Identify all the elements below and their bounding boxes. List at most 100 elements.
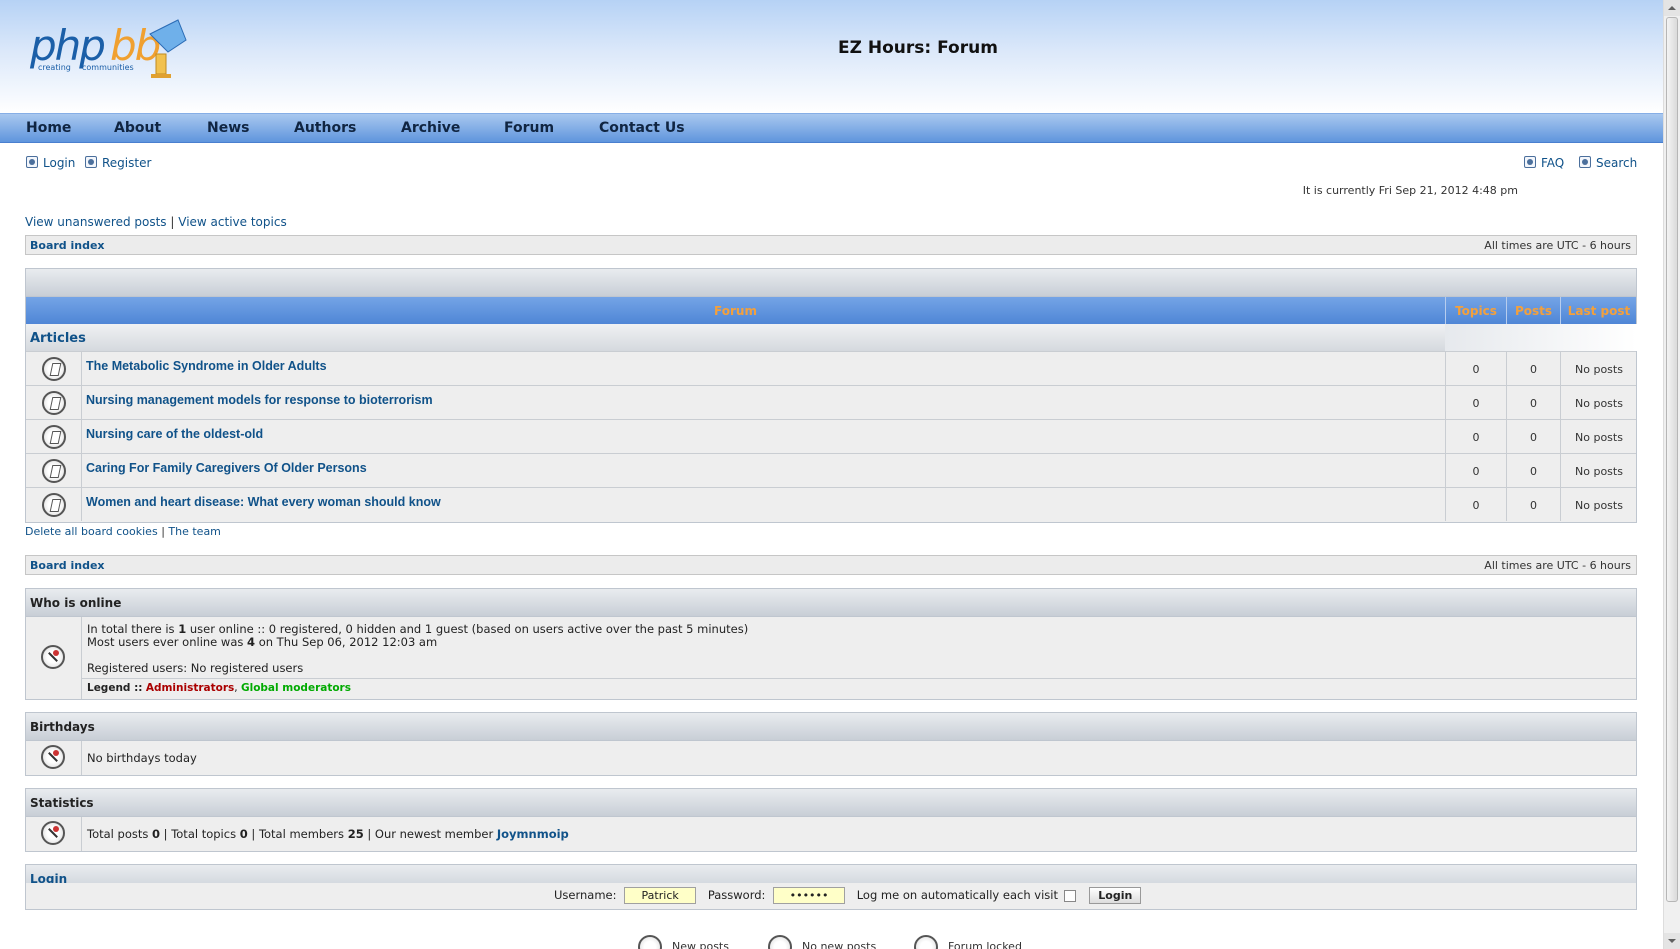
password-label: Password: <box>707 888 766 902</box>
online-text: user online :: 0 registered, 0 hidden an… <box>186 622 749 636</box>
no-new-posts-icon <box>768 935 792 949</box>
registered-users: Registered users: No registered users <box>87 661 304 675</box>
vertical-scrollbar[interactable] <box>1663 0 1680 949</box>
who-is-online-title: Who is online <box>30 596 122 610</box>
site-title: EZ Hours: Forum <box>838 38 998 58</box>
delete-cookies-link[interactable]: Delete all board cookies <box>25 525 158 538</box>
forum-last-post: No posts <box>1560 420 1637 453</box>
scroll-up-arrow-icon[interactable] <box>1664 0 1680 16</box>
forum-icon-cell <box>26 420 82 453</box>
total-posts: 0 <box>152 827 161 841</box>
autologin-label: Log me on automatically each visit <box>856 888 1058 902</box>
forum-topics-count: 0 <box>1445 454 1506 487</box>
faq-link[interactable]: FAQ <box>1524 156 1564 170</box>
legend-label: Forum locked <box>948 940 1022 949</box>
forum-posts-count: 0 <box>1506 454 1560 487</box>
nav-news[interactable]: News <box>207 120 249 136</box>
forum-title-link[interactable]: Nursing care of the oldest-old <box>86 427 263 441</box>
legend-no-new-posts: No new posts <box>768 935 876 949</box>
stat-label: Total posts <box>87 827 152 841</box>
forum-icon-cell <box>26 352 82 385</box>
forum-row: Nursing care of the oldest-old 0 0 No po… <box>26 420 1636 454</box>
forum-title-link[interactable]: The Metabolic Syndrome in Older Adults <box>86 359 327 373</box>
statistics-title: Statistics <box>30 796 94 810</box>
newest-member-link[interactable]: Joymnmoip <box>497 827 569 841</box>
category-fill <box>1445 324 1637 351</box>
register-link-label: Register <box>102 156 152 170</box>
nav-about[interactable]: About <box>114 120 161 136</box>
nav-authors[interactable]: Authors <box>294 120 356 136</box>
board-index-link[interactable]: Board index <box>30 239 105 252</box>
view-active-topics-link[interactable]: View active topics <box>178 215 286 229</box>
stat-label: Total members <box>258 827 348 841</box>
legend-divider <box>82 678 1636 679</box>
faq-icon <box>1524 156 1536 168</box>
forum-read-icon <box>42 459 66 483</box>
nav-archive[interactable]: Archive <box>401 120 460 136</box>
nav-contact-us[interactable]: Contact Us <box>599 120 685 136</box>
record-text: on Thu Sep 06, 2012 12:03 am <box>255 635 438 649</box>
birthdays-panel: Birthdays No birthdays today <box>25 712 1637 776</box>
forum-title-link[interactable]: Women and heart disease: What every woma… <box>86 495 441 509</box>
forum-topics-count: 0 <box>1445 488 1506 521</box>
record-text: Most users ever online was <box>87 635 248 649</box>
login-link-label: Login <box>43 156 76 170</box>
forum-icon-cell <box>26 488 82 521</box>
forum-posts-count: 0 <box>1506 420 1560 453</box>
birthdays-title: Birthdays <box>30 720 95 734</box>
forum-table: Forum Topics Posts Last post Articles Th… <box>25 268 1637 523</box>
forum-read-icon <box>42 425 66 449</box>
password-field[interactable]: •••••• <box>773 887 846 904</box>
forum-last-post: No posts <box>1560 488 1637 521</box>
legend-label: Legend :: <box>87 682 143 694</box>
bottom-links: Delete all board cookies | The team <box>25 525 221 538</box>
header-topics: Topics <box>1455 304 1497 318</box>
page: php bb creating communities EZ Hours: Fo… <box>0 0 1663 949</box>
view-unanswered-posts-link[interactable]: View unanswered posts <box>25 215 167 229</box>
legend-label: New posts <box>672 940 729 949</box>
forum-title-link[interactable]: Caring For Family Caregivers Of Older Pe… <box>86 461 367 475</box>
icon-cell <box>26 817 82 851</box>
table-header: Forum Topics Posts Last post <box>26 297 1636 324</box>
nav-forum[interactable]: Forum <box>504 120 554 136</box>
search-link[interactable]: Search <box>1579 156 1637 170</box>
panel-body: No birthdays today <box>26 741 1636 775</box>
panel-body: Total posts 0 | Total topics 0 | Total m… <box>26 817 1636 851</box>
scroll-down-arrow-icon[interactable] <box>1664 933 1680 949</box>
stat-label: Our newest member <box>374 827 497 841</box>
icon-cell <box>26 741 82 775</box>
login-link[interactable]: Login <box>26 156 75 170</box>
panel-header: Birthdays <box>26 713 1636 741</box>
new-posts-icon <box>638 935 662 949</box>
global-moderators-link[interactable]: Global moderators <box>241 682 351 694</box>
who-is-online-panel: Who is online In total there is 1 user o… <box>25 588 1637 700</box>
birthdays-icon <box>41 745 65 769</box>
legend-forum-locked: Forum locked <box>914 935 1022 949</box>
forum-title-link[interactable]: Nursing management models for response t… <box>86 393 433 407</box>
scrollbar-thumb[interactable] <box>1666 17 1678 902</box>
category-articles-link[interactable]: Articles <box>30 331 86 346</box>
stat-separator: | <box>363 827 375 841</box>
forum-locked-icon <box>914 935 938 949</box>
forum-last-post: No posts <box>1560 352 1637 385</box>
users-online-icon <box>41 645 65 669</box>
autologin-checkbox[interactable] <box>1063 889 1076 902</box>
login-submit-button[interactable]: Login <box>1089 887 1142 904</box>
total-members: 25 <box>347 827 364 841</box>
header-posts: Posts <box>1514 304 1553 318</box>
the-team-link[interactable]: The team <box>168 525 221 538</box>
timezone-note: All times are UTC - 6 hours <box>1484 559 1631 572</box>
statistics-text: Total posts 0 | Total topics 0 | Total m… <box>87 827 569 841</box>
register-link[interactable]: Register <box>85 156 151 170</box>
forum-icon-cell <box>26 454 82 487</box>
login-form: Username: Patrick Password: •••••• Log m… <box>25 883 1637 910</box>
header-last-post: Last post <box>1567 304 1631 318</box>
board-index-link[interactable]: Board index <box>30 559 105 572</box>
administrators-link[interactable]: Administrators <box>146 682 234 694</box>
nav-home[interactable]: Home <box>26 120 71 136</box>
online-summary: In total there is 1 user online :: 0 reg… <box>87 622 748 636</box>
forum-topics-count: 0 <box>1445 352 1506 385</box>
stat-separator: | <box>247 827 259 841</box>
forum-last-post: No posts <box>1560 386 1637 419</box>
username-field[interactable]: Patrick <box>624 887 697 904</box>
